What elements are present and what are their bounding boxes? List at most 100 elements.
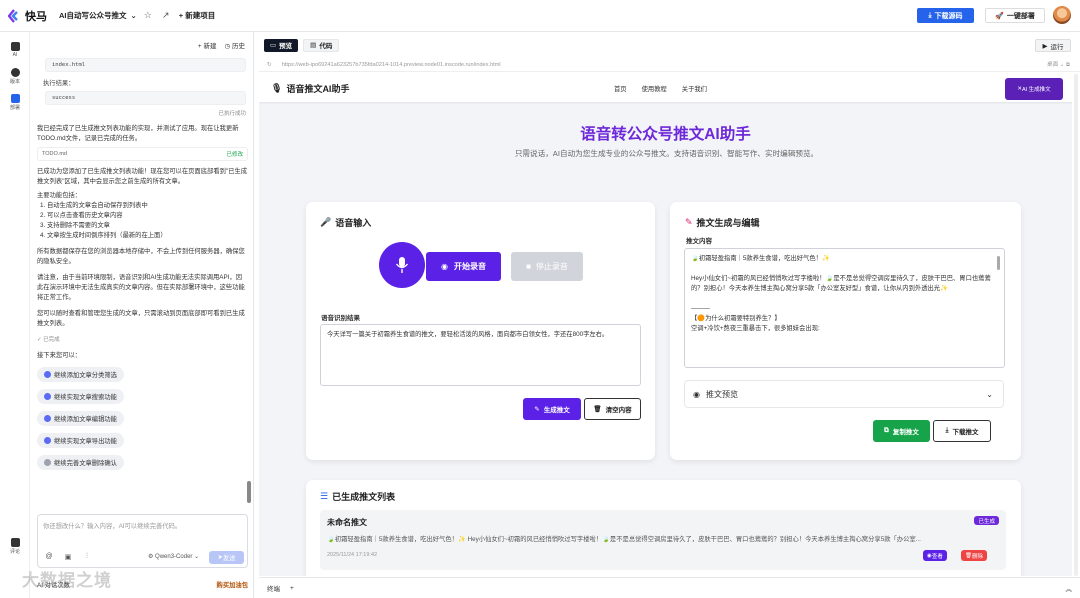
copy-button[interactable]: ⧉ 复制推文 [873,420,930,442]
new-project-button[interactable]: + 新建项目 [179,10,215,21]
tab-preview[interactable]: ▭ 预览 [264,38,299,52]
chat-message: 已成功为您添加了已生成推文列表功能！现在您可以在页面底部看到"已生成推文列表"区… [37,168,248,185]
content-scrollbar[interactable] [997,256,1000,270]
chat-scrollbar[interactable] [247,481,251,503]
deploy-label: 一键部署 [1006,12,1035,20]
generate-button[interactable]: ✎ 生成推文 [523,398,581,420]
generated-item[interactable]: 未命名推文 已生成 🍃初霜轻盈指南｜5款养生食谱，吃出好气色！✨ Hey小仙女们… [320,510,1006,570]
rail-item-deploy[interactable]: 部署 [0,94,30,111]
history-button[interactable]: ◷ 历史 [225,40,245,50]
view-button[interactable]: ◉ 查看 [923,550,947,561]
recognition-textarea[interactable]: 今天详写一篇关于初霜养生食谱的推文，要轻松活泼的风格，面向都市白领女性，字还在8… [320,324,641,386]
preview-panel: ▭ 预览 ▤ 代码 ▶ 运行 ↻ https://web-ipo69241a62325… [259,32,1080,598]
view-label: 查看 [931,553,943,560]
voice-icon[interactable]: ⫶ [82,553,92,563]
delete-button[interactable]: 🗑 删除 [961,550,987,561]
voice-card-title-text: 语音输入 [335,218,372,228]
at-icon[interactable]: @ [44,553,54,563]
preview-tabs: ▭ 预览 ▤ 代码 [259,32,1080,58]
clock-icon: ◷ [224,43,231,50]
rail-label: 部署 [9,105,20,111]
code-icon: ▤ [310,42,317,49]
tab-code[interactable]: ▤ 代码 [303,38,340,52]
features-list: 自动生成的文章会自动保存到列表中 可以点击查看历史文章内容 支持删除不需要的文章… [37,201,248,241]
pen-icon: ✎ [534,406,540,413]
chat-input-box[interactable]: 你还想改什么？输入内容，AI可以继续完善代码。 @ ▣ ⫶ ⚙ Qwen3-Co… [37,514,248,568]
share-icon[interactable]: ↗ [159,9,173,23]
app-brand-text: 语音推文AI助手 [286,83,350,94]
stop-record-label: 停止录音 [535,262,568,271]
start-record-button[interactable]: ◉ 开始录音 [426,252,501,281]
history-label: 历史 [232,43,245,50]
project-selector[interactable]: AI自动写公众号推文 ⌄ [59,10,137,21]
terminal-tab[interactable]: 终端 [267,583,280,593]
suggestion-chip[interactable]: 继续完善文章删除确认 [37,455,124,470]
download-source-button[interactable]: ⤓ 下载源码 [917,8,974,23]
app-brand[interactable]: 🎙 语音推文AI助手 [271,82,349,95]
suggestion-label: 继续完善文章删除确认 [54,460,117,467]
deploy-icon [10,94,20,103]
nav-link-about[interactable]: 关于我们 [682,84,707,93]
nav-link-tutorial[interactable]: 使用教程 [642,84,667,93]
stop-record-button[interactable]: ■ 停止录音 [511,252,583,281]
clear-button[interactable]: 🗑 清空内容 [584,398,641,420]
chat-message: 您可以随时查看和管理您生成的文章，只需滚动到页面底部即可看到已生成推文列表。 [37,310,245,327]
suggestion-chip[interactable]: 继续添加文章编辑功能 [37,411,124,426]
suggestion-chip[interactable]: 继续添加文章分类筛选 [37,367,124,382]
image-icon[interactable]: ▣ [63,553,73,563]
list-item: 支持删除不需要的文章 [47,221,248,231]
floating-generate-button[interactable]: ✕ AI 生成推文 [1005,78,1063,100]
trash-icon: 🗑 [593,406,602,413]
generated-list-card: ☰ 已生成推文列表 未命名推文 已生成 🍃初霜轻盈指南｜5款养生食谱，吃出好气色！… [306,480,1021,576]
tab-label: 预览 [279,43,293,50]
generate-label: 生成推文 [543,407,570,414]
preview-toggle[interactable]: ◉ 推文预览 ⌄ [684,380,1004,408]
preview-toggle-label: 推文预览 [705,389,738,399]
features-title: 主要功能包括： [37,192,82,199]
todo-file-bar[interactable]: TODO.md 已修改 [37,147,248,161]
download-button[interactable]: ⤓ 下载推文 [933,420,991,442]
preview-scrollbar[interactable] [1074,74,1078,576]
deploy-button[interactable]: 🚀 一键部署 [985,8,1045,23]
device-selector[interactable]: 桌面 ⌄ ⧉ [1047,60,1070,69]
user-avatar[interactable] [1053,6,1071,24]
rail-item-comment[interactable]: 评论 [0,538,30,555]
content-line: 🍃初霜轻盈指南｜5款养生食谱，吃出好气色！✨ [691,255,830,262]
rail-label: 版本 [9,79,20,85]
hero-subtitle: 只需说话，AI自动为您生成专业的公众号推文。支持语音识别、智能写作、实时编辑预览… [514,149,819,158]
url-text[interactable]: https://web-ipo69241a623257b735fda0214-1… [282,62,501,68]
recognition-text: 今天详写一篇关于初霜养生食谱的推文，要轻松活泼的风格，面向都市白领女性，字还在8… [327,331,609,338]
next-label: 接下来您可以： [37,352,82,359]
done-status: ✓ 已完成 [37,337,60,343]
nav-link-home[interactable]: 首页 [614,84,627,93]
microphone-icon: 🎙 [271,82,283,93]
star-icon[interactable]: ☆ [141,9,155,23]
buy-pack-link[interactable]: 购买加油包 [217,580,248,589]
expand-icon[interactable]: ︽ [1066,583,1073,593]
left-rail: AI 版本 部署 评论 [0,32,30,598]
copy-icon: ⧉ [884,427,889,434]
content-textarea[interactable]: 🍃初霜轻盈指南｜5款养生食谱，吃出好气色！✨ Hey小仙女们~初霜的风已经悄悄吹… [684,248,1005,368]
comment-icon [10,538,20,547]
rail-item-version[interactable]: 版本 [0,68,30,85]
suggestion-list: 继续添加文章分类筛选 继续实现文章搜索功能 继续添加文章编辑功能 继续实现文章导… [37,367,248,477]
chat-messages: index.html 执行结果： success 已执行成功 我已经完成了已生成… [37,58,248,542]
add-terminal-button[interactable]: + [290,585,294,592]
monitor-icon: ▭ [270,42,277,49]
model-selector[interactable]: ⚙ Qwen3-Coder ⌄ [148,553,199,560]
robot-icon [10,42,20,51]
suggestion-label: 继续实现文章导出功能 [54,438,117,445]
stop-icon: ■ [526,262,531,271]
mic-button[interactable] [379,242,425,288]
app-logo[interactable]: 快马 [7,8,47,24]
rail-item-ai[interactable]: AI [0,42,30,58]
refresh-icon[interactable]: ↻ [267,62,272,68]
voice-input-card: 🎤 语音输入 ◉ 开始录音 ■ 停止录音 语音识别结果 今天详写一篇关于初霜养生食谱的… [306,202,655,460]
suggestion-chip[interactable]: 继续实现文章搜索功能 [37,389,124,404]
send-button[interactable]: ➤ 发送 [209,551,244,564]
run-button[interactable]: ▶ 运行 [1035,39,1071,52]
chat-message: 我已经完成了已生成推文列表功能的实现，并测试了应用。现在让我更新TODO.md文… [37,125,239,142]
suggestion-chip[interactable]: 继续实现文章导出功能 [37,433,124,448]
item-excerpt: 🍃初霜轻盈指南｜5款养生食谱，吃出好气色！✨ Hey小仙女们~初霜的风已经悄悄吹… [327,536,921,543]
new-chat-button[interactable]: + 新建 [198,40,217,50]
